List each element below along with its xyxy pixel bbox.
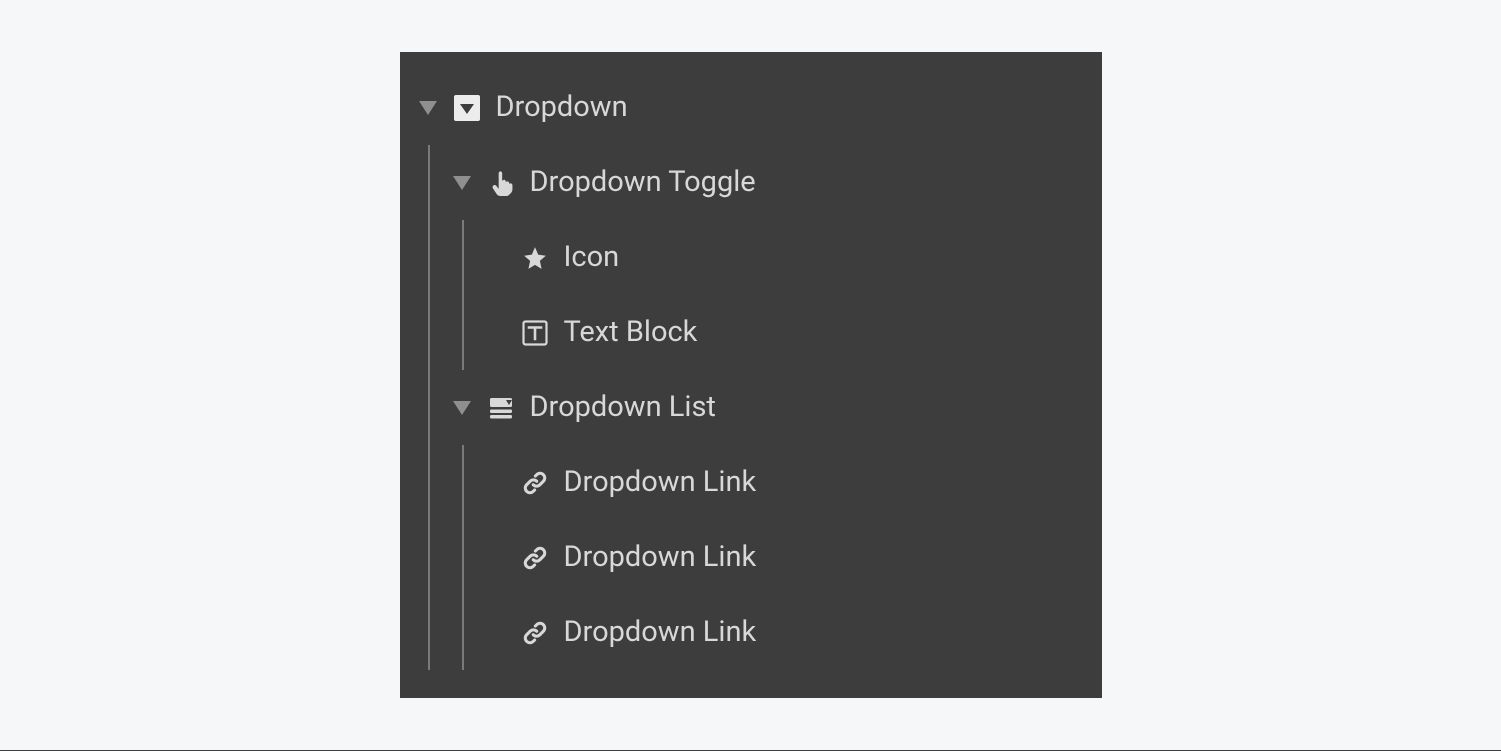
tree-item-label: Icon	[564, 243, 620, 272]
tree-item-label: Dropdown	[496, 93, 628, 122]
link-icon	[520, 468, 550, 498]
tree-item-label: Dropdown Link	[564, 543, 757, 572]
tree-item-label: Text Block	[564, 318, 698, 347]
tree-item-label: Dropdown Link	[564, 618, 757, 647]
star-icon	[520, 243, 550, 273]
text-block-icon	[520, 318, 550, 348]
tree-item-dropdown-list[interactable]: Dropdown List	[452, 370, 1084, 445]
navigator-panel: Dropdown Dropdown Toggle	[400, 52, 1102, 698]
disclosure-triangle-icon[interactable]	[452, 173, 472, 193]
tree-item-dropdown-link[interactable]: Dropdown Link	[486, 595, 1084, 670]
tree-item-dropdown[interactable]: Dropdown	[418, 70, 1084, 145]
tree-item-dropdown-link[interactable]: Dropdown Link	[486, 445, 1084, 520]
tree-item-label: Dropdown Link	[564, 468, 757, 497]
tree-item-label: Dropdown List	[530, 393, 716, 422]
link-icon	[520, 543, 550, 573]
disclosure-triangle-icon[interactable]	[418, 98, 438, 118]
dropdown-element-icon	[452, 93, 482, 123]
list-panel-icon	[486, 393, 516, 423]
tree-item-text-block[interactable]: Text Block	[486, 295, 1084, 370]
tree-item-dropdown-toggle[interactable]: Dropdown Toggle	[452, 145, 1084, 220]
tree-item-icon-element[interactable]: Icon	[486, 220, 1084, 295]
tree-item-label: Dropdown Toggle	[530, 168, 756, 197]
hand-pointer-icon	[486, 168, 516, 198]
disclosure-triangle-icon[interactable]	[452, 398, 472, 418]
link-icon	[520, 618, 550, 648]
tree-item-dropdown-link[interactable]: Dropdown Link	[486, 520, 1084, 595]
